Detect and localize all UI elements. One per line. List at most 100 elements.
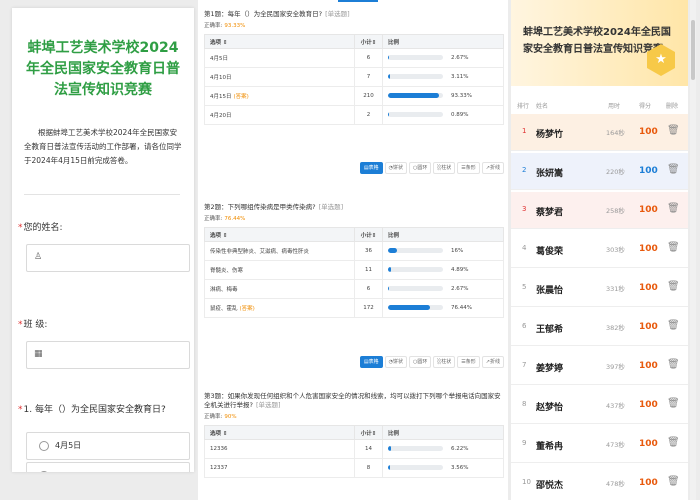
trash-icon[interactable]: 🗑 (667, 164, 680, 175)
correct-rate-label: 正确率: (204, 216, 223, 222)
trash-icon[interactable]: 🗑 (667, 359, 680, 370)
time-used: 437秒 (606, 402, 625, 410)
tab-indicator (338, 0, 378, 2)
chart-type-button[interactable]: ◔饼状 (384, 356, 408, 368)
chart-type-button[interactable]: ░柱状 (433, 162, 456, 174)
ratio-cell: 6.22% (382, 439, 504, 459)
trash-icon[interactable]: 🗑 (667, 320, 680, 331)
page-scrollbar[interactable] (690, 0, 696, 500)
chart-type-button[interactable]: ↗折线 (481, 356, 504, 368)
count-cell: 172 (354, 298, 383, 318)
ratio-bar-fill (388, 446, 392, 452)
chart-type-label: 饼状 (393, 165, 404, 171)
table-row: 4月5日 6 2.67% (204, 48, 504, 68)
option-cell: 12336 (204, 439, 355, 459)
correct-rate-label: 正确率: (204, 414, 223, 420)
trash-icon[interactable]: 🗑 (667, 125, 680, 136)
ratio-percent: 2.67% (451, 285, 469, 292)
player-name: 张晨怡 (536, 286, 564, 296)
table-row: 脊髓炎、伤寒 11 4.89% (204, 260, 504, 280)
radio-circle-icon (39, 471, 49, 472)
time-used: 258秒 (606, 207, 625, 215)
player-name: 张妍嵩 (536, 169, 564, 179)
chart-type-button[interactable]: ☰条形 (457, 356, 480, 368)
table-row: 12337 8 3.56% (204, 458, 504, 478)
table-row: 传染性非典型肺炎、艾滋病、病毒性肝炎 36 16% (204, 241, 504, 261)
player-name: 董希冉 (536, 442, 564, 452)
score-value: 100 (639, 478, 658, 488)
ratio-bar-fill (388, 74, 390, 80)
required-mark: * (18, 223, 23, 233)
chart-type-button[interactable]: ░柱状 (433, 356, 456, 368)
question-title: 第3题：如果你发现任何组织和个人危害国家安全的情况和线索，均可以拨打下列哪个举报… (204, 392, 504, 410)
leaderboard-row: 5 张晨怡 331秒 100 🗑 (511, 270, 688, 307)
chart-type-button[interactable]: ○圆环 (409, 356, 432, 368)
correct-rate-value: 76.44% (224, 216, 246, 222)
ratio-bar-fill (388, 55, 390, 61)
leaderboard-row: 4 葛俊荣 303秒 100 🗑 (511, 231, 688, 268)
option-text: 4月5日 (210, 56, 228, 62)
trash-icon[interactable]: 🗑 (667, 203, 680, 214)
time-used: 473秒 (606, 441, 625, 449)
name-header: 姓名 (536, 103, 549, 110)
ratio-header: 比例 (382, 425, 504, 440)
ratio-bar (388, 286, 443, 292)
survey-form-panel: 蚌埠工艺美术学校2024年全民国家安全教育日普法宣传知识竞赛 根据蚌埠工艺美术学… (12, 8, 194, 472)
trash-icon[interactable]: 🗑 (667, 242, 680, 253)
correct-rate-value: 90% (224, 414, 237, 420)
rank-number: 4 (522, 244, 527, 252)
chart-type-button[interactable]: ☰条形 (457, 162, 480, 174)
chart-type-button[interactable]: ○圆环 (409, 162, 432, 174)
player-name: 邵悦杰 (536, 481, 564, 491)
leaderboard-row: 8 赵梦怡 437秒 100 🗑 (511, 387, 688, 424)
option-cell: 4月5日 (204, 48, 355, 68)
ratio-cell: 0.89% (382, 105, 504, 125)
name-input[interactable]: ♙ (26, 244, 190, 272)
score-header: 得分 (639, 103, 652, 110)
trash-icon[interactable]: 🗑 (667, 281, 680, 292)
table-row: 鼠疫、霍乱 (答案) 172 76.44% (204, 298, 504, 318)
chart-type-button[interactable]: ▤表格 (359, 162, 383, 174)
ratio-bar-fill (388, 305, 431, 311)
trash-icon[interactable]: 🗑 (667, 398, 680, 409)
score-value: 100 (639, 166, 658, 176)
score-value: 100 (639, 322, 658, 332)
q1-option-radio[interactable]: 4月5日 (26, 432, 190, 460)
ratio-bar (388, 248, 443, 254)
option-cell: 淋病、梅毒 (204, 279, 355, 299)
trash-icon[interactable]: 🗑 (667, 437, 680, 448)
form-intro: 根据蚌埠工艺美术学校2024年全民国家安全教育日普法宣传活动的工作部署，请各位同… (24, 128, 182, 165)
chart-type-button[interactable]: ▤表格 (359, 356, 383, 368)
rank-number: 8 (522, 400, 527, 408)
question-title: 第1题：每年（）为全民国家安全教育日? [单选题] (204, 10, 504, 19)
option-text: 淋病、梅毒 (210, 287, 238, 293)
leaderboard-row: 9 董希冉 473秒 100 🗑 (511, 426, 688, 463)
score-value: 100 (639, 127, 658, 137)
ratio-percent: 76.44% (451, 304, 472, 311)
class-input[interactable]: ▦ (26, 341, 190, 369)
ratio-percent: 16% (451, 247, 464, 254)
table-row: 12336 14 6.22% (204, 439, 504, 459)
radio-circle-icon (39, 441, 49, 451)
ratio-cell: 3.11% (382, 67, 504, 87)
name-question-label: *您的姓名: (18, 220, 63, 233)
option-cell: 4月15日 (答案) (204, 86, 355, 106)
chart-type-toolbar: ▤表格 ◔饼状 ○圆环 ░柱状 ☰条形 ↗折线 (359, 356, 504, 368)
trash-icon[interactable]: 🗑 (667, 476, 680, 487)
time-used: 303秒 (606, 246, 625, 254)
count-cell: 36 (354, 241, 383, 261)
ratio-bar (388, 446, 443, 452)
leaderboard-row: 1 杨梦竹 164秒 100 🗑 (511, 114, 688, 151)
chart-type-label: 表格 (368, 165, 379, 171)
count-cell: 2 (354, 105, 383, 125)
ratio-bar (388, 465, 443, 471)
option-header: 选项 ⇕ (204, 425, 355, 440)
scrollbar-thumb[interactable] (691, 20, 695, 80)
chart-type-button[interactable]: ◔饼状 (384, 162, 408, 174)
option-header: 选项 ⇕ (204, 34, 355, 49)
chart-type-button[interactable]: ↗折线 (481, 162, 504, 174)
ratio-bar-fill (388, 93, 440, 99)
q1-option-radio[interactable] (26, 462, 190, 472)
rank-number: 2 (522, 166, 527, 174)
rank-number: 6 (522, 322, 527, 330)
